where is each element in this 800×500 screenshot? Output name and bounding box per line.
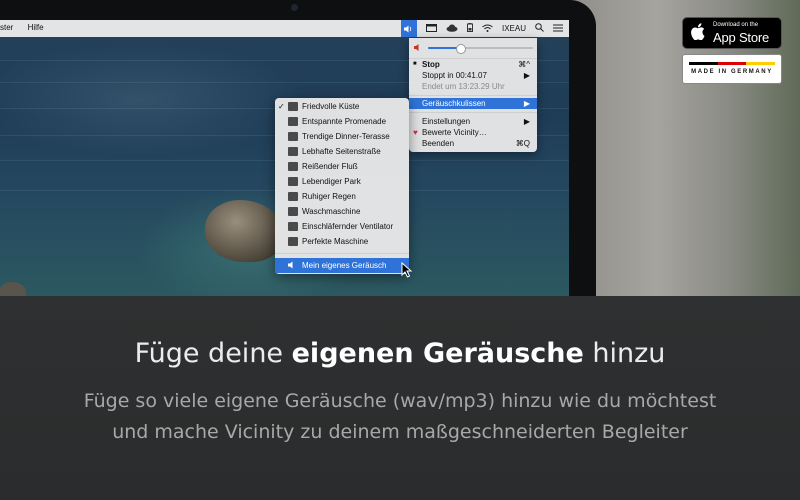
stop-label: Stop: [422, 60, 440, 69]
speaker-icon: [414, 44, 419, 51]
sounds-submenu: ✓ Friedvolle Küste Entspannte Promenade Tre…: [275, 98, 409, 274]
menu-item-help[interactable]: Hilfe: [28, 23, 44, 32]
volume-slider[interactable]: [414, 43, 534, 54]
sound-item-label: Entspannte Promenade: [302, 117, 387, 126]
sound-item[interactable]: Trendige Dinner-Terasse: [275, 129, 409, 144]
rain-icon: [288, 192, 298, 201]
chevron-right-icon: ▶: [523, 117, 530, 126]
app-menu: ■ Stop ⌘^ Stoppt in 00:41.07 ▶ Endet um …: [409, 38, 537, 152]
apple-icon: [691, 23, 705, 45]
rock: [0, 282, 26, 296]
sound-item[interactable]: Einschläfernder Ventilator: [275, 219, 409, 234]
headline-part: Füge deine: [134, 338, 292, 369]
street-icon: [288, 147, 298, 156]
volume-fill: [428, 47, 460, 49]
rate-label: Bewerte Vicinity…: [422, 128, 487, 137]
volume-track[interactable]: [428, 44, 533, 54]
sound-item[interactable]: Entspannte Promenade: [275, 114, 409, 129]
camera: [291, 4, 298, 11]
settings-label: Einstellungen: [422, 117, 471, 126]
sounds-label: Geräuschkulissen: [422, 99, 486, 108]
menu-item-window[interactable]: ster: [0, 23, 13, 32]
window-icon[interactable]: [425, 23, 437, 34]
settings-menu-item[interactable]: Einstellungen ▶: [409, 116, 537, 127]
sound-item[interactable]: Waschmaschine: [275, 204, 409, 219]
sounds-menu-item[interactable]: Geräuschkulissen ▶: [409, 98, 537, 109]
app-store-small-text: Download on the: [713, 22, 759, 28]
separator: [275, 253, 409, 254]
made-in-germany-badge: MADE IN GERMANY: [682, 54, 782, 84]
search-icon[interactable]: [535, 23, 544, 34]
headline-emphasis: eigenen Geräusche: [291, 338, 584, 369]
sound-item[interactable]: Ruhiger Regen: [275, 189, 409, 204]
chevron-right-icon: ▶: [523, 99, 530, 108]
app-store-large-text: App Store: [713, 30, 770, 45]
subtitle-line: Füge so viele eigene Geräusche (wav/mp3)…: [83, 390, 717, 412]
sound-item-label: Einschläfernder Ventilator: [302, 222, 394, 231]
chevron-right-icon: ▶: [523, 71, 530, 80]
headline: Füge deine eigenen Geräusche hinzu: [0, 338, 800, 369]
stopped-in-label: Stoppt in 00:41.07: [422, 71, 487, 80]
checkmark-icon: ✓: [278, 102, 285, 111]
account-label[interactable]: IXEAU: [502, 24, 526, 33]
stop-shortcut: ⌘^: [518, 60, 530, 69]
quit-menu-item[interactable]: Beenden ⌘Q: [409, 138, 537, 149]
custom-sound-item[interactable]: Mein eigenes Geräusch: [275, 258, 409, 273]
sound-item[interactable]: ✓ Friedvolle Küste: [275, 99, 409, 114]
promenade-icon: [288, 117, 298, 126]
german-flag-stripe: [689, 62, 776, 65]
sound-item[interactable]: Lebhafte Seitenstraße: [275, 144, 409, 159]
heart-icon: ♥: [413, 128, 418, 137]
sound-item-label: Friedvolle Küste: [302, 102, 360, 111]
sound-item[interactable]: Lebendiger Park: [275, 174, 409, 189]
mouse-cursor-icon: [401, 262, 413, 278]
machine-icon: [288, 237, 298, 246]
list-icon[interactable]: [553, 24, 563, 34]
sound-item-label: Lebendiger Park: [302, 177, 361, 186]
rock: [205, 200, 283, 262]
caption-panel: Füge deine eigenen Geräusche hinzu Füge …: [0, 296, 800, 500]
made-in-germany-text: MADE IN GERMANY: [691, 69, 773, 75]
subtitle: Füge so viele eigene Geräusche (wav/mp3)…: [0, 386, 800, 448]
sound-item-label: Perfekte Maschine: [302, 237, 369, 246]
menu-bar: ster Hilfe IXEAU: [0, 20, 569, 37]
speaker-icon: [288, 258, 298, 269]
speaker-icon[interactable]: [400, 20, 417, 37]
ends-at-item: Endet um 13:23.29 Uhr: [409, 81, 537, 92]
sound-item-label: Lebhafte Seitenstraße: [302, 147, 381, 156]
sound-item-label: Ruhiger Regen: [302, 192, 356, 201]
stop-icon: ■: [413, 61, 417, 67]
headline-part: hinzu: [583, 338, 666, 369]
quit-label: Beenden: [422, 139, 455, 148]
sound-item-label: Waschmaschine: [302, 207, 361, 216]
sound-item-label: Trendige Dinner-Terasse: [302, 132, 390, 141]
ends-at-label: Endet um 13:23.29 Uhr: [422, 82, 505, 91]
app-store-badge[interactable]: Download on the App Store: [682, 17, 782, 49]
battery-icon[interactable]: [466, 23, 473, 34]
washer-icon: [288, 207, 298, 216]
wifi-icon[interactable]: [482, 24, 493, 34]
custom-sound-label: Mein eigenes Geräusch: [302, 261, 387, 270]
sound-item[interactable]: Perfekte Maschine: [275, 234, 409, 249]
park-icon: [288, 177, 298, 186]
sound-item-label: Reißender Fluß: [302, 162, 358, 171]
river-icon: [288, 162, 298, 171]
sound-item[interactable]: Reißender Fluß: [275, 159, 409, 174]
rate-menu-item[interactable]: ♥ Bewerte Vicinity…: [409, 127, 537, 138]
quit-shortcut: ⌘Q: [515, 139, 530, 148]
dinner-icon: [288, 132, 298, 141]
cloud-icon[interactable]: [446, 24, 458, 34]
stop-menu-item[interactable]: ■ Stop ⌘^: [409, 59, 537, 70]
beach-icon: [288, 102, 298, 111]
subtitle-line: und mache Vicinity zu deinem maßgeschnei…: [112, 421, 688, 443]
volume-knob[interactable]: [455, 44, 466, 54]
stopped-in-item[interactable]: Stoppt in 00:41.07 ▶: [409, 70, 537, 81]
fan-icon: [288, 222, 298, 231]
